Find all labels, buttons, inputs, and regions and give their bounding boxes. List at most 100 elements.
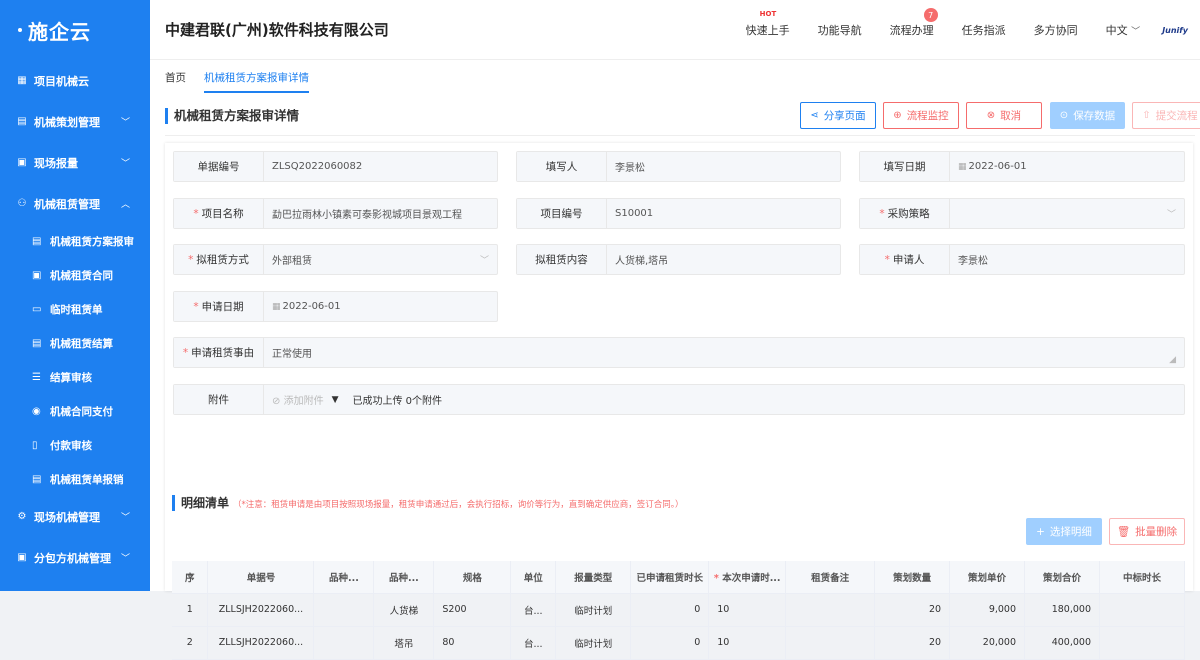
cancel-button[interactable]: ⊗ 取消: [966, 102, 1042, 129]
apply-date-field[interactable]: ▦ 2022-06-01: [264, 292, 497, 321]
project-name-input[interactable]: 勐巴拉雨林小镇素可泰影视城项目景观工程: [264, 199, 497, 228]
resize-handle-icon[interactable]: ◢: [1169, 355, 1176, 365]
table-cell: 20,000: [949, 626, 1026, 660]
column-header[interactable]: 规格: [433, 561, 512, 594]
monitor-button[interactable]: ⊕ 流程监控: [883, 102, 959, 129]
pay-icon: ◉: [32, 405, 41, 417]
column-header[interactable]: 策划数量: [874, 561, 951, 594]
sidebar-subitem-pay-audit[interactable]: ▯ 付款审核: [0, 428, 150, 462]
purchase-select[interactable]: ﹀: [950, 199, 1184, 228]
field-lease-mode: * 拟租赁方式 外部租赁 ﹀: [173, 244, 498, 275]
nav-quick-start[interactable]: HOT 快速上手: [746, 10, 790, 38]
grid-icon: ▦: [17, 75, 27, 86]
applicant-input[interactable]: 李景松: [950, 245, 1184, 274]
nav-function-guide[interactable]: 功能导航: [818, 22, 862, 38]
sidebar-item-planning[interactable]: ▤ 机械策划管理 ﹀: [0, 101, 150, 142]
sidebar-subitem-lease-plan[interactable]: ▤ 机械租赁方案报审: [0, 224, 150, 258]
submit-button[interactable]: ⇧ 提交流程: [1132, 102, 1200, 129]
required-mark: *: [884, 253, 890, 266]
table-cell: 2: [172, 626, 209, 660]
column-header[interactable]: 单位: [510, 561, 557, 594]
caret-down-icon[interactable]: ▼: [332, 395, 339, 405]
section-title: 明细清单: [181, 496, 230, 510]
column-header[interactable]: 策划单价: [949, 561, 1026, 594]
table-cell: 人货梯: [373, 593, 435, 627]
column-header[interactable]: 品种...: [313, 561, 375, 594]
batch-delete-button[interactable]: 🗑 批量删除: [1109, 518, 1185, 545]
sidebar-item-subcontract[interactable]: ▣ 分包方机械管理 ﹀: [0, 537, 150, 578]
nav-label: 流程办理: [889, 24, 934, 37]
table-header-row: 序 单据号 品种... 品种... 规格 单位 报量类型 已申请租赁时长 * 本…: [172, 561, 1185, 594]
sidebar-subitem-lease-contract[interactable]: ▣ 机械租赁合同: [0, 258, 150, 292]
plus-icon: +: [1036, 525, 1045, 538]
column-header[interactable]: 单据号: [207, 561, 315, 594]
machine-icon: ⚙: [17, 511, 27, 522]
sidebar-subitem-temp-lease[interactable]: ▭ 临时租赁单: [0, 292, 150, 326]
field-write-date: 填写日期 ▦ 2022-06-01: [859, 151, 1185, 182]
tab-home[interactable]: 首页: [165, 70, 186, 93]
select-detail-button[interactable]: + 选择明细: [1026, 518, 1102, 545]
tree-icon: ⚇: [17, 198, 27, 209]
sidebar-subitem-lease-settle[interactable]: ▤ 机械租赁结算: [0, 326, 150, 360]
main-content: 首页 机械租赁方案报审详情 机械租赁方案报审详情 ⋖ 分享页面 ⊕ 流程监控 ⊗ 取消…: [150, 60, 1200, 660]
language-select[interactable]: 中文 ﹀: [1106, 22, 1141, 38]
add-attachment-button[interactable]: ⊘ 添加附件: [272, 392, 324, 407]
column-header[interactable]: * 本次申请时...: [708, 561, 787, 594]
table-row[interactable]: 2 ZLLSJH2022060... 塔吊 80 台... 临时计划 0 10 …: [172, 626, 1185, 660]
table-cell[interactable]: [785, 593, 876, 627]
top-bar: 中建君联(广州)软件科技有限公司 HOT 快速上手 功能导航 7 流程办理 任务指派…: [150, 0, 1200, 60]
table-cell: 台...: [510, 626, 557, 660]
sidebar-item-label: 现场机械管理: [34, 510, 100, 524]
table-row[interactable]: 1 ZLLSJH2022060... 人货梯 S200 台... 临时计划 0 …: [172, 593, 1185, 627]
write-date-field[interactable]: ▦ 2022-06-01: [950, 152, 1184, 181]
column-header[interactable]: 中标时长: [1099, 561, 1185, 594]
sidebar-item-site-report[interactable]: ▣ 现场报量 ﹀: [0, 142, 150, 183]
column-header[interactable]: 策划合价: [1024, 561, 1100, 594]
button-label: 保存数据: [1073, 110, 1116, 122]
count-badge: 7: [923, 8, 938, 22]
nav-collaboration[interactable]: 多方协同: [1034, 22, 1078, 38]
table-cell[interactable]: [785, 626, 876, 660]
paperclip-icon: ⊘: [272, 396, 281, 407]
column-header[interactable]: 品种...: [373, 561, 435, 594]
sidebar-item-project-cloud[interactable]: ▦ 项目机械云: [0, 60, 150, 101]
field-label: * 采购策略: [860, 199, 950, 228]
sidebar: 施企云 ▦ 项目机械云 ▤ 机械策划管理 ﹀ ▣ 现场报量 ﹀ ⚇ 机械租赁管理 ︿ ▤ 机械租…: [0, 0, 150, 591]
settle-icon: ▤: [32, 337, 42, 349]
tab-lease-plan-detail[interactable]: 机械租赁方案报审详情: [204, 70, 309, 93]
sidebar-subitem-label: 机械租赁单报销: [50, 473, 124, 486]
field-lease-content: 拟租赁内容 人货梯,塔吊: [516, 244, 841, 275]
sidebar-subitem-settle-audit[interactable]: ☰ 结算审核: [0, 360, 150, 394]
sidebar-subitem-label: 机械租赁方案报审: [50, 235, 134, 248]
column-header[interactable]: 已申请租赁时长: [630, 561, 710, 594]
lease-mode-select[interactable]: 外部租赁 ﹀: [264, 245, 497, 274]
chevron-down-icon: ﹀: [120, 159, 130, 169]
list-icon: ☰: [32, 371, 41, 383]
brand-logo: Junify: [1162, 25, 1188, 35]
chevron-down-icon: ﹀: [120, 554, 130, 564]
sidebar-subitem-reimburse[interactable]: ▤ 机械租赁单报销: [0, 462, 150, 496]
table-cell: 0: [630, 626, 710, 660]
contract-icon: ▣: [32, 269, 42, 281]
column-header[interactable]: 报量类型: [555, 561, 632, 594]
logo[interactable]: 施企云: [0, 0, 150, 60]
sidebar-subitem-label: 机械合同支付: [50, 405, 113, 418]
table-cell: [313, 626, 375, 660]
share-button[interactable]: ⋖ 分享页面: [800, 102, 876, 129]
field-label: * 拟租赁方式: [174, 245, 264, 274]
reason-textarea[interactable]: 正常使用 ◢: [264, 338, 1184, 367]
column-header[interactable]: 租赁备注: [785, 561, 876, 594]
table-cell-input[interactable]: 10: [708, 626, 787, 660]
sidebar-item-lease-mgmt[interactable]: ⚇ 机械租赁管理 ︿: [0, 183, 150, 224]
save-button[interactable]: ⊙ 保存数据: [1050, 102, 1125, 129]
nav-task-assign[interactable]: 任务指派: [962, 22, 1006, 38]
field-label: * 申请人: [860, 245, 950, 274]
table-cell-input[interactable]: 10: [708, 593, 787, 627]
field-label: * 申请日期: [174, 292, 264, 321]
nav-process[interactable]: 7 流程办理: [889, 8, 938, 38]
table-cell: 临时计划: [555, 626, 632, 660]
table-cell: 9,000: [949, 593, 1026, 627]
sidebar-subitem-contract-pay[interactable]: ◉ 机械合同支付: [0, 394, 150, 428]
sidebar-item-site-machine[interactable]: ⚙ 现场机械管理 ﹀: [0, 496, 150, 537]
select-value: 外部租赁: [272, 256, 312, 267]
